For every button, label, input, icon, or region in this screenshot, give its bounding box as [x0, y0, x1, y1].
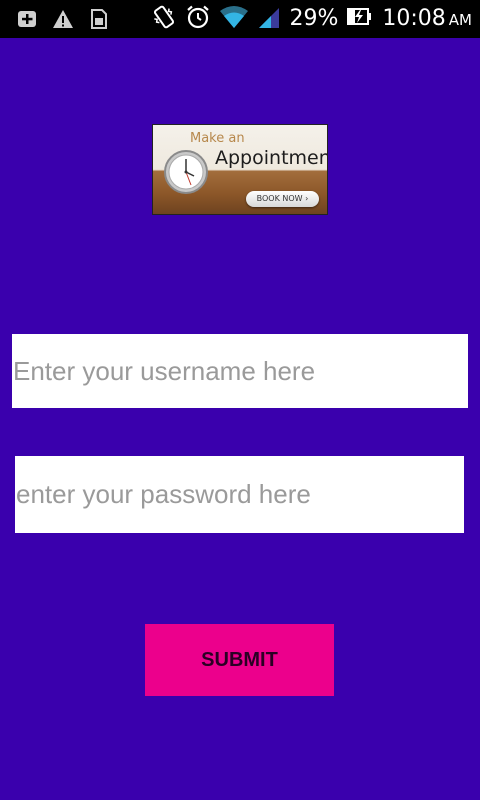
clock: 10:08 AM	[382, 4, 472, 35]
battery-percent: 29%	[289, 6, 339, 31]
clock-ampm: AM	[448, 10, 472, 29]
wifi-icon	[219, 4, 249, 35]
signal-icon	[257, 4, 281, 35]
password-input[interactable]	[15, 456, 464, 533]
status-bar-left	[16, 8, 110, 35]
sim-card-icon	[88, 8, 110, 35]
battery-charging-icon	[346, 4, 374, 35]
book-now-button[interactable]: BOOK NOW ›	[246, 191, 319, 207]
warning-icon	[52, 8, 74, 35]
clock-time: 10:08	[382, 5, 446, 31]
appointment-banner[interactable]: Make an Appointment BOOK NOW ›	[152, 124, 328, 215]
clock-icon	[163, 149, 209, 200]
username-input[interactable]	[12, 334, 468, 408]
status-bar-right: 29% 10:08 AM	[151, 4, 472, 34]
add-notification-icon	[16, 8, 38, 35]
vibrate-icon	[151, 4, 177, 35]
submit-button[interactable]: SUBMIT	[145, 624, 334, 696]
status-bar: 29% 10:08 AM	[0, 0, 480, 38]
alarm-icon	[185, 4, 211, 35]
banner-line1: Make an	[190, 131, 245, 146]
banner-title: Appointment	[215, 147, 328, 169]
